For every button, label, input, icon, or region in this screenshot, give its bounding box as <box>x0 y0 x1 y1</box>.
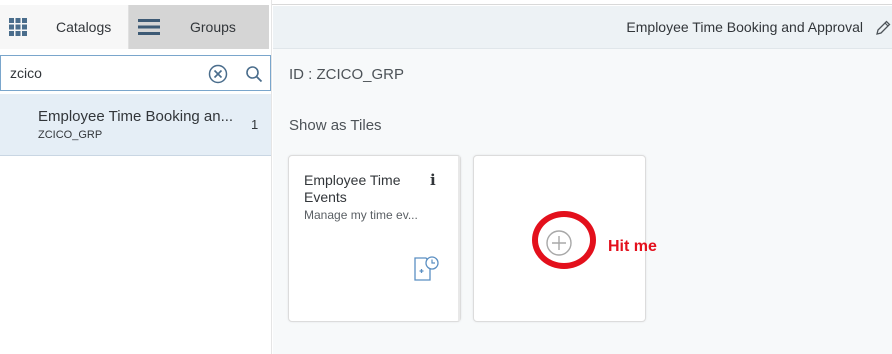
pencil-icon[interactable] <box>874 19 892 37</box>
tile-subtitle: Manage my time ev... <box>304 208 418 222</box>
tab-groups[interactable]: Groups <box>129 5 269 49</box>
app-tile[interactable]: Employee Time Events Manage my time ev..… <box>288 155 461 322</box>
list-item[interactable]: Employee Time Booking an... ZCICO_GRP 1 <box>0 94 271 156</box>
add-circle-icon[interactable] <box>544 228 574 258</box>
annotation-label: Hit me <box>608 238 657 255</box>
list-item-subtitle: ZCICO_GRP <box>38 129 103 141</box>
list-item-count: 1 <box>251 117 259 132</box>
hamburger-menu-icon <box>135 17 163 37</box>
tile-edge <box>458 156 460 321</box>
section-title: Show as Tiles <box>289 117 382 134</box>
list-item-title: Employee Time Booking an... <box>38 108 234 125</box>
search-input[interactable]: zcico <box>10 65 42 81</box>
search-field[interactable]: zcico <box>0 55 271 91</box>
group-title: Employee Time Booking and Approval <box>626 19 863 35</box>
tab-catalogs[interactable]: Catalogs <box>0 5 129 49</box>
left-panel: Catalogs Groups zcico Employee Time Book… <box>0 0 272 354</box>
tab-catalogs-label: Catalogs <box>56 19 112 35</box>
tile-title: Employee Time Events <box>304 172 401 205</box>
grid-icon <box>4 17 32 37</box>
time-entry-icon <box>411 254 441 284</box>
tab-groups-label: Groups <box>190 19 236 35</box>
search-icon[interactable] <box>244 64 264 84</box>
group-detail-panel: Employee Time Booking and Approval ID : … <box>273 6 892 354</box>
group-header: Employee Time Booking and Approval <box>273 6 892 49</box>
clear-circle-icon[interactable] <box>208 64 228 84</box>
info-icon[interactable]: i <box>430 171 436 189</box>
group-id-label: ID : ZCICO_GRP <box>289 66 405 83</box>
